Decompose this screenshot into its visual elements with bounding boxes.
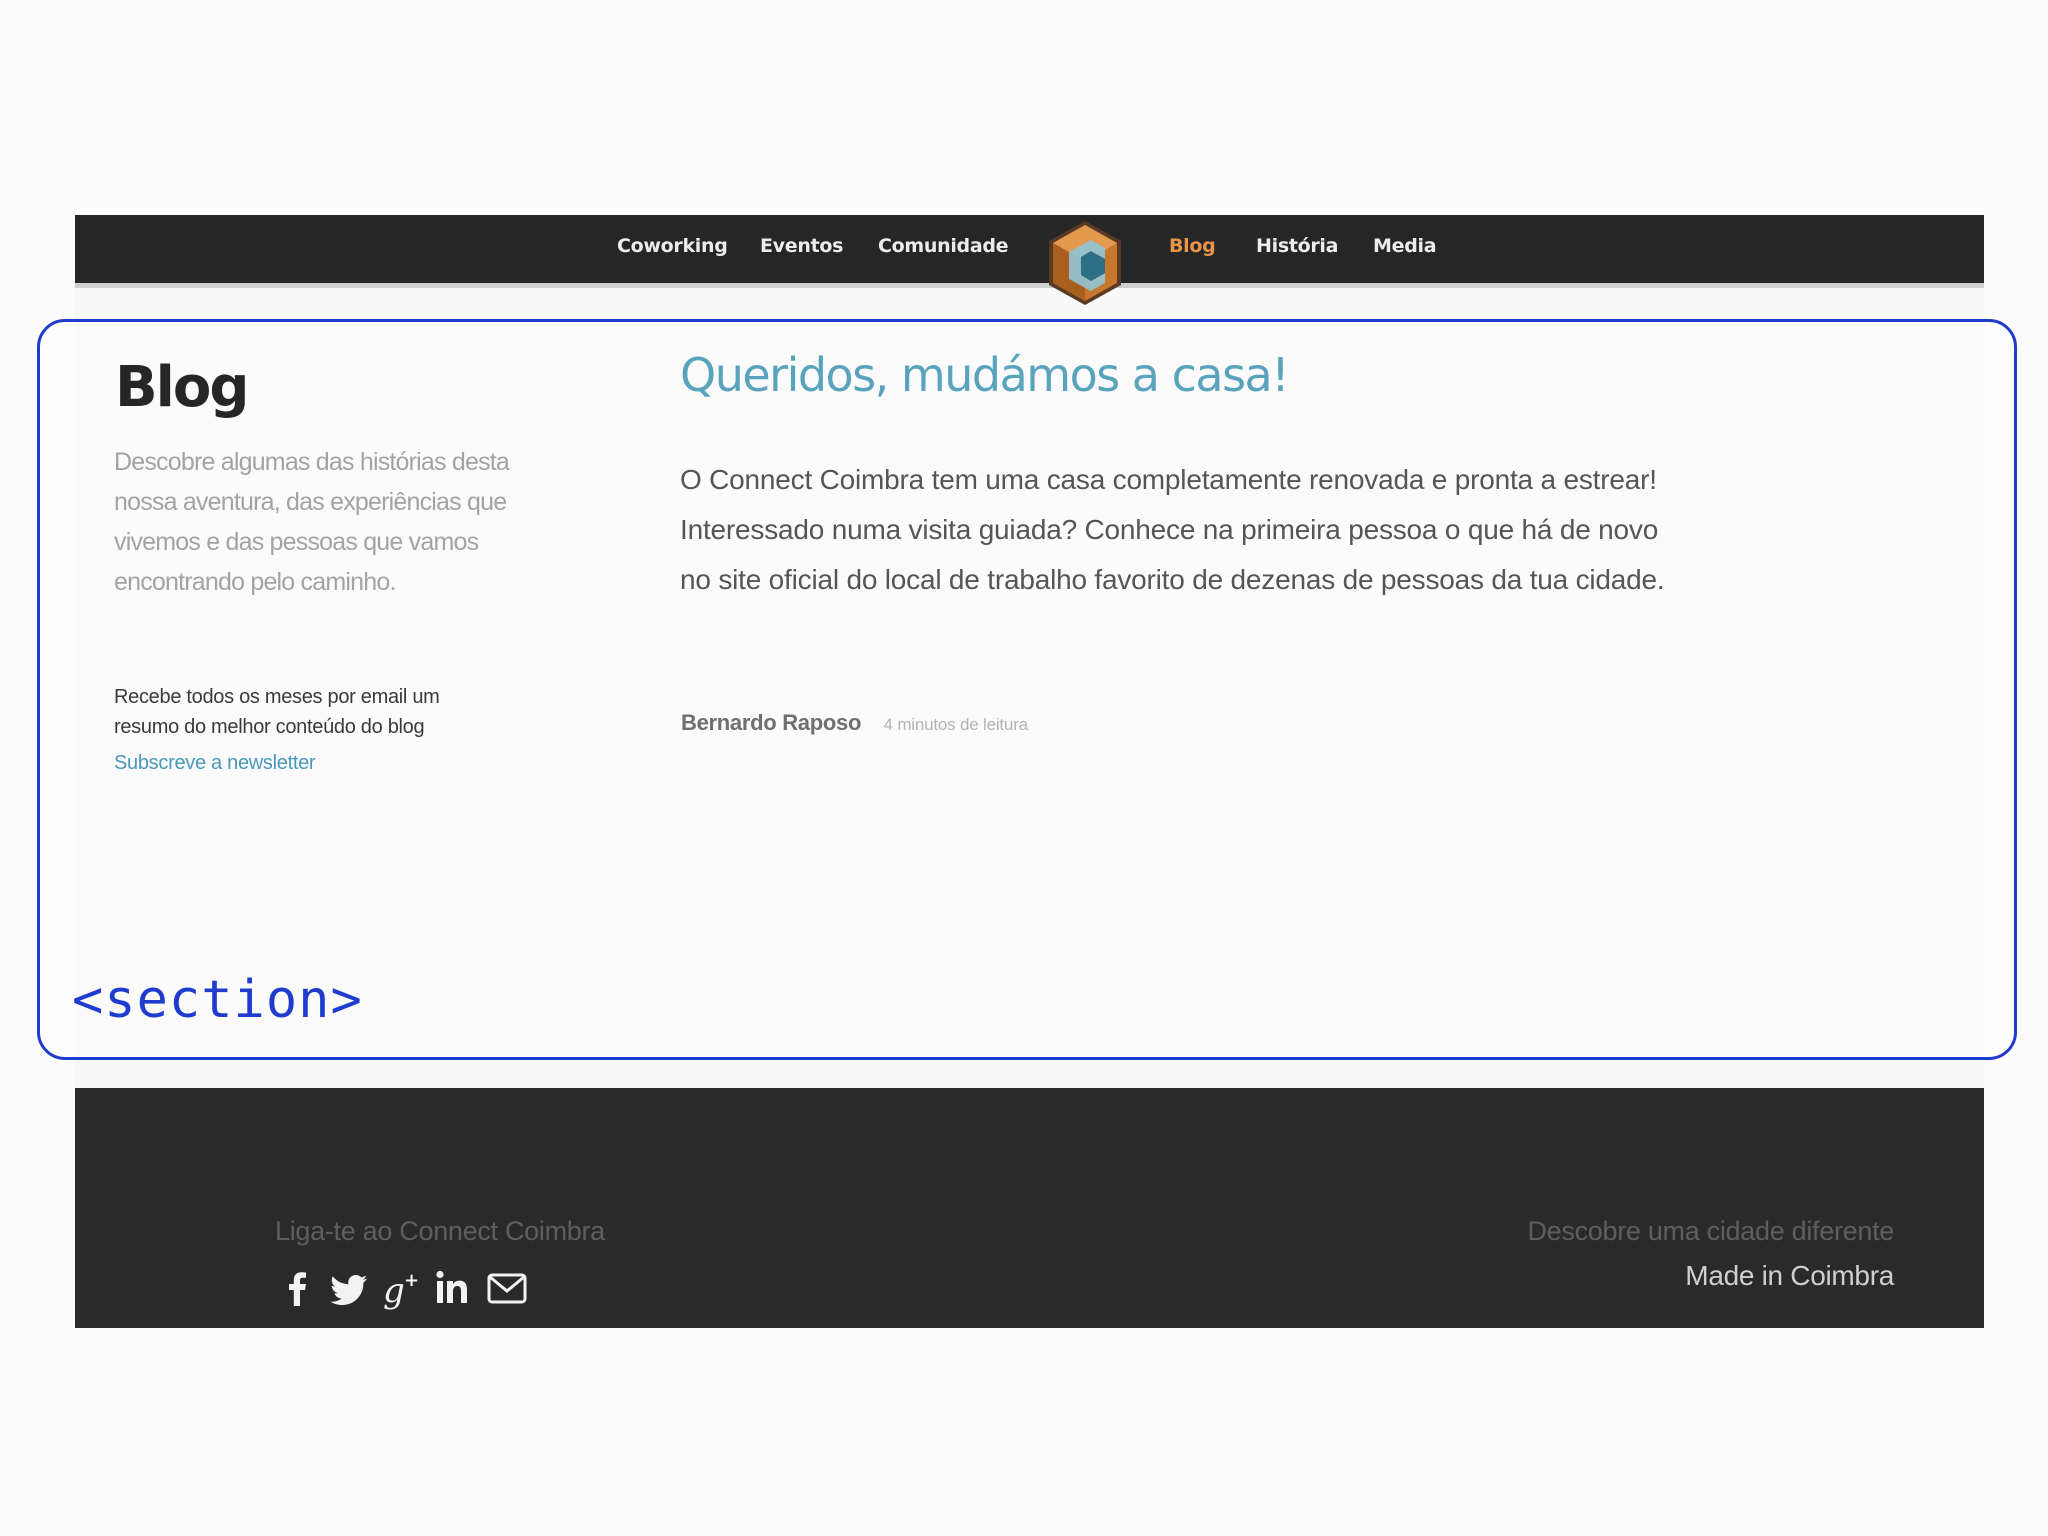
footer-discover-text: Descobre uma cidade diferente xyxy=(1527,1216,1894,1246)
nav-item-comunidade[interactable]: Comunidade xyxy=(878,235,1009,257)
main-navigation: Coworking Eventos Comunidade Blog Histór… xyxy=(75,215,1984,305)
footer-connect-text: Liga-te ao Connect Coimbra xyxy=(275,1216,605,1246)
nav-item-media[interactable]: Media xyxy=(1373,235,1437,257)
subscribe-newsletter-link[interactable]: Subscreve a newsletter xyxy=(114,752,316,775)
post-meta: Bernardo Raposo 4 minutos de leitura xyxy=(681,710,1028,736)
email-icon[interactable] xyxy=(485,1266,529,1310)
post-excerpt: O Connect Coimbra tem uma casa completam… xyxy=(680,464,1665,595)
nav-item-eventos[interactable]: Eventos xyxy=(760,235,843,257)
google-plus-icon[interactable]: g + xyxy=(379,1266,423,1310)
blog-page-title: Blog xyxy=(115,355,249,420)
post-read-time: 4 minutos de leitura xyxy=(883,715,1029,734)
facebook-icon[interactable] xyxy=(275,1266,319,1310)
twitter-icon[interactable] xyxy=(327,1266,371,1310)
site-footer: Liga-te ao Connect Coimbra g + Descobre … xyxy=(75,1088,1984,1328)
blog-description: Descobre algumas das histórias desta nos… xyxy=(114,448,510,596)
nav-item-blog[interactable]: Blog xyxy=(1169,235,1216,257)
newsletter-description: Recebe todos os meses por email um resum… xyxy=(114,686,440,738)
connect-coimbra-logo-icon[interactable] xyxy=(1045,219,1125,307)
nav-item-coworking[interactable]: Coworking xyxy=(617,235,728,257)
post-author[interactable]: Bernardo Raposo xyxy=(681,710,861,735)
post-title-link[interactable]: Queridos, mudámos a casa! xyxy=(680,348,1290,402)
svg-text:g: g xyxy=(383,1271,405,1310)
svg-text:+: + xyxy=(404,1270,419,1291)
footer-made-in-coimbra: Made in Coimbra xyxy=(1685,1260,1894,1291)
section-tag-label: <section> xyxy=(72,970,363,1030)
nav-item-historia[interactable]: História xyxy=(1256,235,1338,257)
linkedin-icon[interactable] xyxy=(431,1266,475,1310)
